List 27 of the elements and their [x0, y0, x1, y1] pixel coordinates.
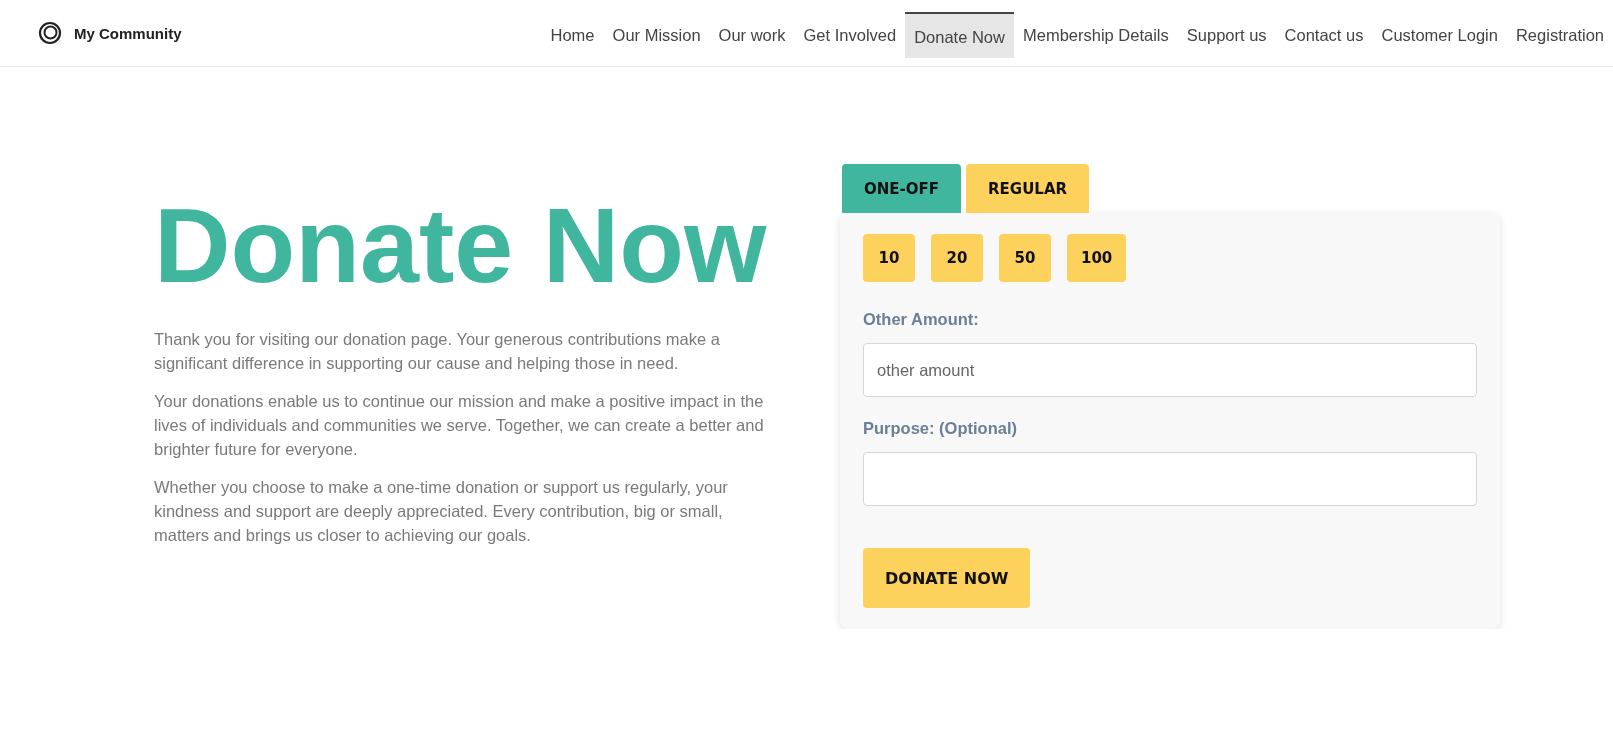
paragraph: Your donations enable us to continue our mission and make a positive impact in the lives of individuals and communities we serve. Together, we can create a better and brighter future for everyone.	[154, 391, 765, 461]
nav-link[interactable]: Our work	[709, 11, 795, 58]
field-label: Purpose: (Optional)	[863, 419, 1018, 438]
donate-button[interactable]: DONATE NOW	[863, 548, 1031, 608]
nav-link[interactable]: Home	[541, 11, 604, 58]
page-heading: Donate Now	[154, 185, 767, 306]
field-label: Other Amount:	[863, 310, 980, 329]
amount-button[interactable]: 20	[931, 234, 983, 282]
logo-icon	[38, 21, 62, 45]
paragraph: Thank you for visiting our donation page. Your generous contributions make a significant difference in supporting our cause and helping those in need.	[154, 329, 721, 375]
nav-link[interactable]: Membership Details	[1013, 11, 1178, 58]
nav-link[interactable]: Customer Login	[1372, 11, 1507, 58]
nav-link[interactable]: Registration	[1506, 11, 1613, 58]
amount-button[interactable]: 50	[999, 234, 1051, 282]
nav-link[interactable]: Support us	[1177, 11, 1276, 58]
nav-link[interactable]: Get Involved	[794, 11, 906, 58]
donation-type-tab[interactable]: ONE-OFF	[842, 164, 962, 213]
paragraph: Whether you choose to make a one-time donation or support us regularly, your kindness and support are deeply appreciated. Every contribution, big or small, matters and brings us closer to achieving our goals.	[154, 477, 729, 547]
purpose-field[interactable]	[863, 452, 1477, 506]
nav-link[interactable]: Donate Now	[905, 11, 1014, 58]
amount-button[interactable]: 10	[863, 234, 915, 282]
brand-name[interactable]: My Community	[74, 24, 182, 42]
nav-link[interactable]: Contact us	[1275, 11, 1373, 58]
nav-link[interactable]: Our Mission	[603, 11, 710, 58]
amount-button[interactable]: 100	[1067, 234, 1127, 282]
donation-type-tab[interactable]: REGULAR	[966, 164, 1090, 213]
other-amount-field[interactable]: other amount	[863, 343, 1477, 397]
